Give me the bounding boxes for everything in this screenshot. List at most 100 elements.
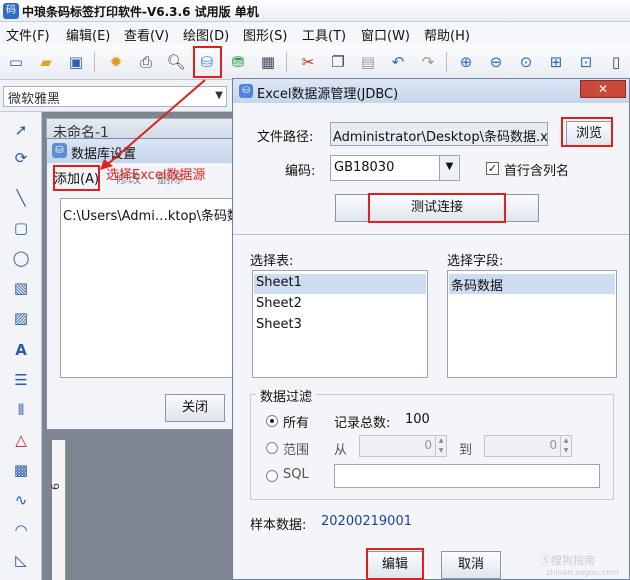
rectangle-tool-icon[interactable]: ▢: [9, 216, 33, 240]
zoom-fit-icon[interactable]: ⊙: [514, 50, 538, 74]
file-path-field[interactable]: Administrator\Desktop\条码数据.xls: [330, 122, 548, 146]
select-pointer-icon[interactable]: ➚: [9, 118, 33, 142]
print-icon[interactable]: ⎙: [134, 50, 158, 74]
app-logo-icon: 码: [3, 3, 19, 19]
copy-icon[interactable]: ❐: [326, 50, 350, 74]
polygon-tool-icon[interactable]: ◺: [9, 548, 33, 572]
redo-icon[interactable]: ↷: [416, 50, 440, 74]
menu-draw[interactable]: 绘图(D): [183, 25, 229, 44]
data-source-list[interactable]: C:\Users\Admi…ktop\条码数: [60, 198, 240, 378]
menu-view[interactable]: 查看(V): [124, 25, 169, 44]
dialog-title: 数据库设置: [71, 147, 137, 162]
dialog-title-bar[interactable]: ⛁ 数据库设置: [47, 139, 245, 163]
filter-all-radio[interactable]: [266, 415, 278, 427]
undo-icon[interactable]: ↶: [386, 50, 410, 74]
app-title: 中琅条码标签打印软件-V6.3.6 试用版 单机: [22, 5, 259, 19]
picture-tool-icon[interactable]: ▨: [9, 306, 33, 330]
new-window-icon[interactable]: ▭: [4, 50, 28, 74]
image-tool-icon[interactable]: ▧: [9, 276, 33, 300]
range-to-label: 到: [459, 443, 473, 458]
range-from-value: 0: [424, 438, 432, 452]
field-list[interactable]: 条码数据: [447, 270, 617, 378]
menu-help[interactable]: 帮助(H): [424, 25, 470, 44]
grid-icon[interactable]: ▦: [256, 50, 280, 74]
paste-icon[interactable]: ▤: [356, 50, 380, 74]
field-list-item[interactable]: 条码数据: [449, 274, 615, 294]
layout-icon[interactable]: ▯: [604, 50, 628, 74]
annotation-text: 选择Excel数据源: [106, 168, 206, 183]
filter-sql-radio[interactable]: [266, 470, 278, 482]
app-title-bar: 码 中琅条码标签打印软件-V6.3.6 试用版 单机: [0, 0, 630, 22]
close-button[interactable]: 关闭: [165, 394, 225, 422]
highlight-box: [366, 548, 424, 580]
sql-input[interactable]: [334, 464, 600, 488]
barcode-tool-icon[interactable]: ⦀: [9, 398, 33, 422]
record-total-label: 记录总数:: [334, 416, 391, 431]
font-family-value: 微软雅黑: [8, 92, 61, 107]
table-list-item[interactable]: Sheet1: [254, 274, 426, 294]
database-add-icon[interactable]: ⛃: [226, 50, 250, 74]
menu-window[interactable]: 窗口(W): [361, 25, 410, 44]
ruler-label: 6: [49, 483, 62, 490]
rotate-icon[interactable]: ⟳: [9, 146, 33, 170]
actual-size-icon[interactable]: ⊡: [574, 50, 598, 74]
file-path-label: 文件路径:: [257, 130, 314, 145]
database-icon: ⛁: [52, 143, 67, 158]
header-row-label: 首行含列名: [504, 164, 570, 179]
spin-down-icon[interactable]: ▼: [435, 446, 446, 456]
select-field-label: 选择字段:: [447, 254, 504, 269]
zoom-out-icon[interactable]: ⊖: [484, 50, 508, 74]
spin-up-icon[interactable]: ▲: [435, 436, 446, 446]
filter-range-label: 范围: [283, 443, 310, 458]
menu-shape[interactable]: 图形(S): [243, 25, 287, 44]
table-list-item[interactable]: Sheet2: [254, 295, 304, 315]
table-list[interactable]: Sheet1 Sheet2 Sheet3: [252, 270, 428, 378]
zoom-in-icon[interactable]: ⊕: [454, 50, 478, 74]
menu-file[interactable]: 文件(F): [6, 25, 50, 44]
header-row-checkbox[interactable]: ✓: [486, 162, 499, 175]
data-filter-title: 数据过滤: [256, 386, 317, 405]
close-icon[interactable]: ✕: [580, 80, 626, 98]
range-to-stepper[interactable]: 0 ▲ ▼: [484, 435, 572, 457]
menu-tools[interactable]: 工具(T): [302, 25, 346, 44]
curve-tool-icon[interactable]: ∿: [9, 488, 33, 512]
select-table-label: 选择表:: [250, 254, 294, 269]
sample-data-label: 样本数据:: [250, 518, 307, 533]
drawing-tools-panel: ➚ ⟳ ╲ ▢ ◯ ▧ ▨ A ☰ ⦀ △ ▩ ∿ ◠ ◺: [0, 112, 42, 580]
qrcode-tool-icon[interactable]: ▩: [9, 458, 33, 482]
main-toolbar: ▭ ▰ ▣ ✹ ⎙ 🔍︎ ⛁ ⛃ ▦ ✂ ❐ ▤ ↶ ↷ ⊕ ⊖ ⊙ ⊞ ⊡ ▯: [0, 44, 630, 80]
highlight-box: [193, 46, 222, 78]
toolbar-divider: [446, 52, 447, 72]
settings-gear-icon[interactable]: ✹: [104, 50, 128, 74]
cancel-button[interactable]: 取消: [441, 551, 501, 579]
sample-data-value: 20200219001: [321, 514, 412, 529]
dialog-title-bar[interactable]: ⛁ Excel数据源管理(JDBC): [233, 79, 629, 103]
print-preview-icon[interactable]: 🔍︎: [164, 50, 188, 74]
text-tool-icon[interactable]: A: [9, 338, 33, 362]
encoding-label: 编码:: [285, 164, 316, 179]
spin-down-icon[interactable]: ▼: [560, 446, 571, 456]
record-total-value: 100: [405, 412, 430, 427]
range-from-stepper[interactable]: 0 ▲ ▼: [359, 435, 447, 457]
arc-tool-icon[interactable]: ◠: [9, 518, 33, 542]
table-list-item[interactable]: Sheet3: [254, 316, 304, 336]
save-icon[interactable]: ▣: [64, 50, 88, 74]
spin-up-icon[interactable]: ▲: [560, 436, 571, 446]
range-from-label: 从: [334, 443, 348, 458]
font-toolbar: 微软雅黑 ▼: [0, 80, 232, 112]
open-folder-icon[interactable]: ▰: [34, 50, 58, 74]
cut-icon[interactable]: ✂: [296, 50, 320, 74]
encoding-select[interactable]: GB18030 ▼: [330, 155, 460, 181]
triangle-tool-icon[interactable]: △: [9, 428, 33, 452]
line-tool-icon[interactable]: ╲: [9, 186, 33, 210]
highlight-box: [53, 165, 100, 191]
paragraph-text-icon[interactable]: ☰: [9, 368, 33, 392]
fit-page-icon[interactable]: ⊞: [544, 50, 568, 74]
highlight-box: [561, 117, 613, 147]
watermark: Ⓢ搜狗指南: [540, 554, 595, 567]
font-family-select[interactable]: 微软雅黑 ▼: [3, 86, 227, 107]
filter-range-radio[interactable]: [266, 442, 278, 454]
menu-edit[interactable]: 编辑(E): [66, 25, 110, 44]
list-item[interactable]: C:\Users\Admi…ktop\条码数: [63, 205, 240, 224]
ellipse-tool-icon[interactable]: ◯: [9, 246, 33, 270]
